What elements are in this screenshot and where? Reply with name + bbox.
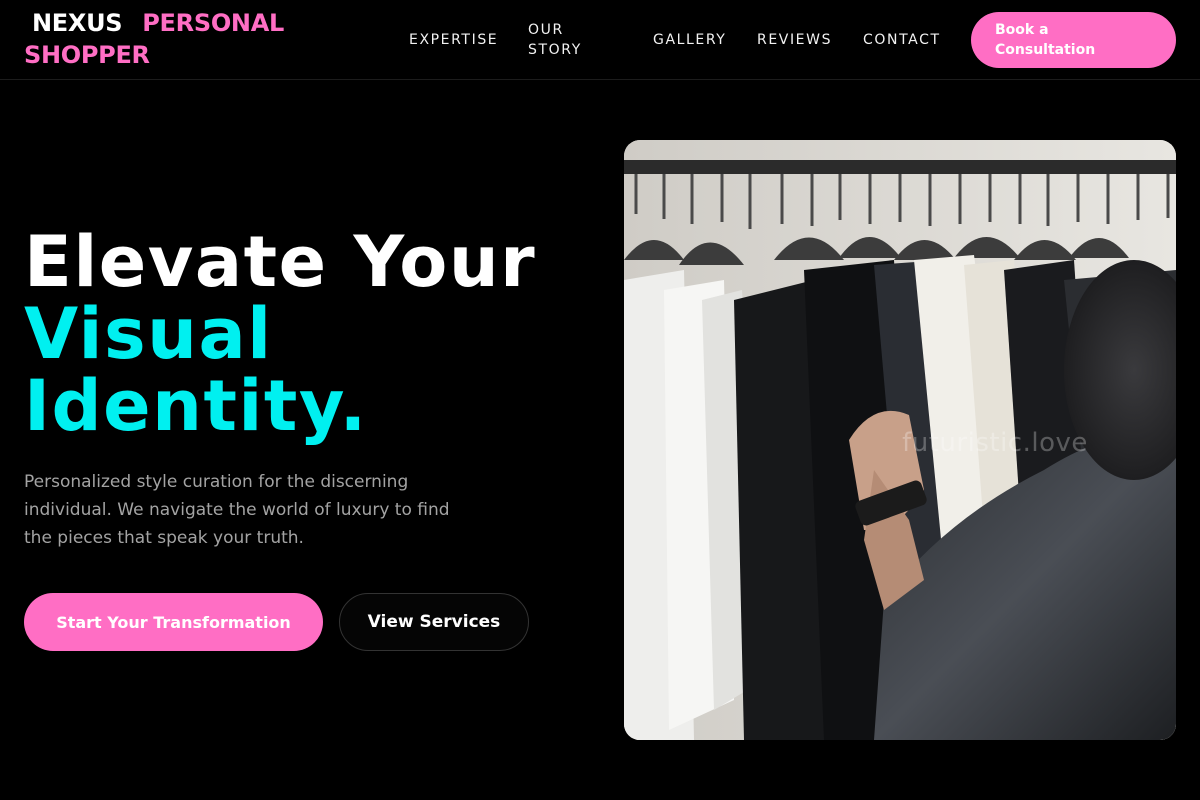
nav-our-story[interactable]: OUR STORY	[528, 0, 598, 80]
brand-word-nexus: NEXUS	[32, 9, 123, 37]
nav-our-story-label: OUR STORY	[528, 22, 582, 58]
hero-title-line1: Elevate Your	[24, 221, 537, 303]
nav-contact[interactable]: CONTACT	[863, 0, 941, 80]
site-header: NEXUS PERSONAL SHOPPER EXPERTISE OUR STOR…	[0, 0, 1200, 80]
brand-logo[interactable]: NEXUS PERSONAL SHOPPER	[24, 7, 314, 71]
view-services-button[interactable]: View Services	[339, 593, 529, 651]
book-consultation-label: Book a Consultation	[995, 22, 1096, 58]
hero-title-line2: Visual Identity.	[24, 293, 368, 447]
book-consultation-button[interactable]: Book a Consultation	[971, 12, 1176, 68]
nav-reviews[interactable]: REVIEWS	[757, 0, 832, 80]
start-transformation-button[interactable]: Start Your Transformation	[24, 593, 323, 651]
image-watermark: futuristic.love	[902, 428, 1088, 458]
hero-image-clothing-rack: futuristic.love	[624, 140, 1176, 740]
hero-title: Elevate Your Visual Identity.	[24, 226, 604, 442]
hero-subtitle: Personalized style curation for the disc…	[24, 472, 450, 548]
nav-expertise[interactable]: EXPERTISE	[409, 0, 498, 80]
nav-gallery[interactable]: GALLERY	[653, 0, 726, 80]
